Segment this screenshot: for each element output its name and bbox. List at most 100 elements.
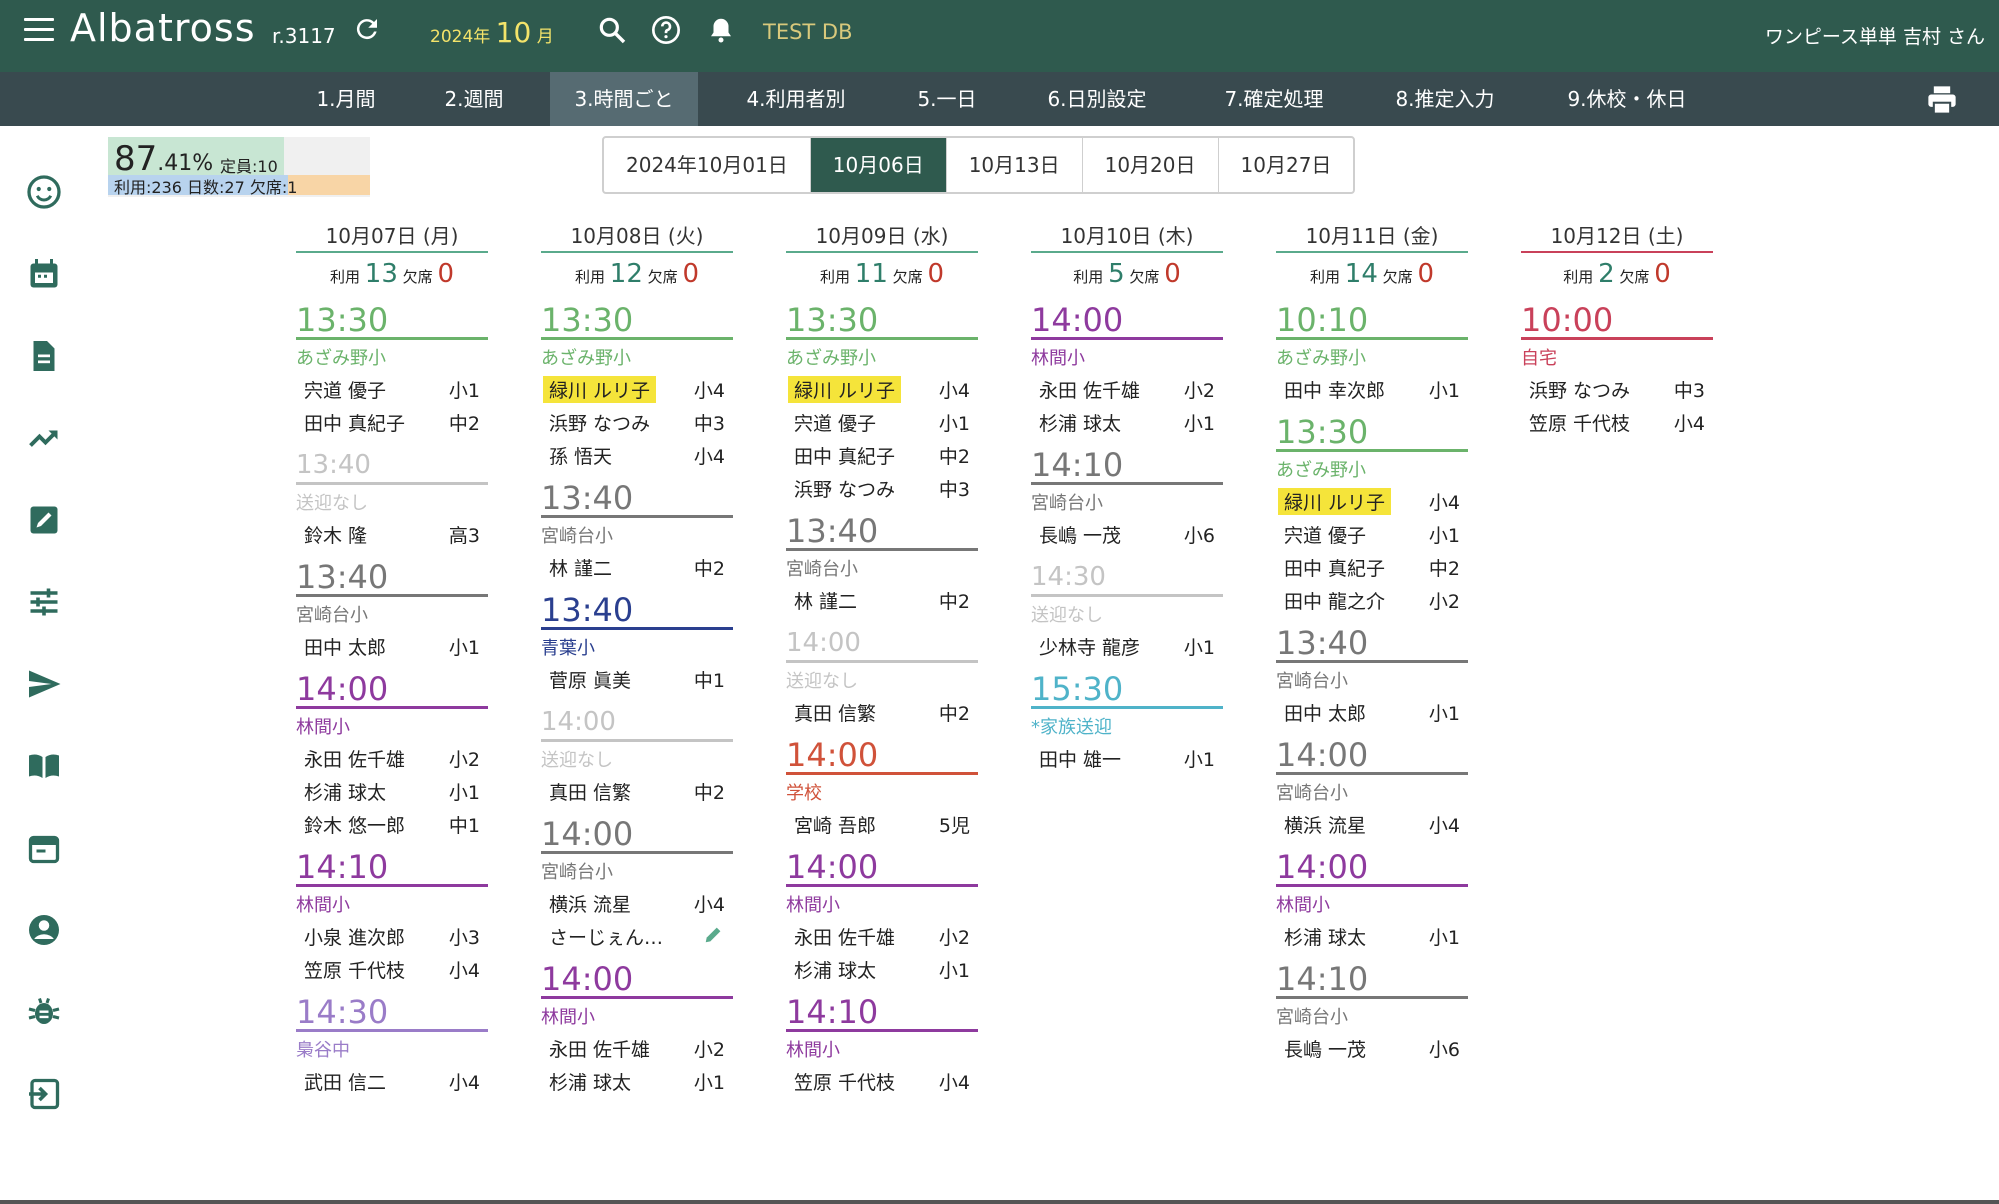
person-row[interactable]: 杉浦 球太 小1 <box>541 1068 733 1095</box>
slot-time[interactable]: 10:10 <box>1276 303 1468 340</box>
slot-time[interactable]: 13:40 <box>296 560 488 597</box>
person-name[interactable]: 小泉 進次郎 <box>304 923 405 950</box>
year-month-selector[interactable]: 2024年 10 月 <box>430 16 554 49</box>
person-row[interactable]: 田中 龍之介 小2 <box>1276 587 1468 614</box>
person-name[interactable]: 緑川 ルリ子 <box>788 376 902 403</box>
person-row[interactable]: 杉浦 球太 小1 <box>786 956 978 983</box>
person-row[interactable]: 鈴木 悠一郎 中1 <box>296 811 488 838</box>
slot-time[interactable]: 14:30 <box>296 995 488 1032</box>
person-name[interactable]: 武田 信二 <box>304 1068 386 1095</box>
bug-icon[interactable] <box>26 994 62 1030</box>
slot-time[interactable]: 13:40 <box>296 448 488 485</box>
person-name[interactable]: 横浜 流星 <box>549 890 631 917</box>
smiley-icon[interactable] <box>26 174 62 210</box>
account-icon[interactable] <box>26 912 62 948</box>
week-button[interactable]: 10月20日 <box>1083 138 1219 192</box>
tab-day-settings[interactable]: 6.日別設定 <box>1032 72 1162 126</box>
person-row[interactable]: 杉浦 球太 小1 <box>1276 923 1468 950</box>
person-name[interactable]: 菅原 眞美 <box>549 666 631 693</box>
slot-time[interactable]: 13:40 <box>1276 626 1468 663</box>
person-name[interactable]: 笠原 千代枝 <box>304 956 405 983</box>
person-name[interactable]: 少林寺 龍彦 <box>1039 633 1140 660</box>
tab-weekly[interactable]: 2.週間 <box>424 72 524 126</box>
person-row[interactable]: 横浜 流星 小4 <box>1276 811 1468 838</box>
person-name[interactable]: 浜野 なつみ <box>794 475 895 502</box>
slot-time[interactable]: 13:40 <box>541 481 733 518</box>
event-icon[interactable] <box>26 830 62 866</box>
person-row[interactable]: 笠原 千代枝 小4 <box>786 1068 978 1095</box>
day-header[interactable]: 10月09日 (水) <box>786 220 978 253</box>
slot-time[interactable]: 14:00 <box>1276 850 1468 887</box>
person-row[interactable]: 真田 信繁 中2 <box>786 699 978 726</box>
person-row[interactable]: 田中 太郎 小1 <box>296 633 488 660</box>
person-row[interactable]: 浜野 なつみ 中3 <box>786 475 978 502</box>
tab-hourly[interactable]: 3.時間ごと <box>550 72 698 126</box>
day-header[interactable]: 10月07日 (月) <box>296 220 488 253</box>
person-row[interactable]: 田中 真紀子 中2 <box>296 409 488 436</box>
person-name[interactable]: 鈴木 隆 <box>304 521 367 548</box>
person-row[interactable]: 長嶋 一茂 小6 <box>1031 521 1223 548</box>
slot-time[interactable]: 14:10 <box>786 995 978 1032</box>
person-row[interactable]: 少林寺 龍彦 小1 <box>1031 633 1223 660</box>
person-row[interactable]: 菅原 眞美 中1 <box>541 666 733 693</box>
slot-time[interactable]: 14:00 <box>541 817 733 854</box>
person-row[interactable]: 笠原 千代枝 小4 <box>296 956 488 983</box>
person-row[interactable]: 宍道 優子 小1 <box>296 376 488 403</box>
menu-icon[interactable] <box>24 18 54 44</box>
person-row[interactable]: 永田 佐千雄 小2 <box>1031 376 1223 403</box>
person-name[interactable]: 長嶋 一茂 <box>1039 521 1121 548</box>
person-row[interactable]: 林 謹二 中2 <box>541 554 733 581</box>
tab-estimate[interactable]: 8.推定入力 <box>1380 72 1510 126</box>
slot-time[interactable]: 14:00 <box>786 626 978 663</box>
person-name[interactable]: 宍道 優子 <box>794 409 876 436</box>
book-icon[interactable] <box>26 748 62 784</box>
day-header[interactable]: 10月12日 (土) <box>1521 220 1713 253</box>
document-icon[interactable] <box>26 338 62 374</box>
help-icon[interactable] <box>650 14 684 48</box>
send-icon[interactable] <box>26 666 62 702</box>
tab-confirm[interactable]: 7.確定処理 <box>1204 72 1344 126</box>
slot-time[interactable]: 14:10 <box>296 850 488 887</box>
slot-time[interactable]: 14:10 <box>1031 448 1223 485</box>
tab-holidays[interactable]: 9.休校・休日 <box>1552 72 1702 126</box>
person-name[interactable]: 永田 佐千雄 <box>549 1035 650 1062</box>
user-name[interactable]: ワンピース単単 吉村 さん <box>1765 22 1985 49</box>
pencil-icon[interactable] <box>703 923 725 945</box>
person-row[interactable]: 田中 幸次郎 小1 <box>1276 376 1468 403</box>
person-name[interactable]: 田中 太郎 <box>304 633 386 660</box>
person-row[interactable]: 横浜 流星 小4 <box>541 890 733 917</box>
person-name[interactable]: 長嶋 一茂 <box>1284 1035 1366 1062</box>
person-row[interactable]: 杉浦 球太 小1 <box>1031 409 1223 436</box>
person-row[interactable]: 田中 太郎 小1 <box>1276 699 1468 726</box>
app-logo[interactable]: Albatross <box>70 6 256 50</box>
trending-up-icon[interactable] <box>26 420 62 456</box>
person-name[interactable]: 杉浦 球太 <box>1284 923 1366 950</box>
slot-time[interactable]: 10:00 <box>1521 303 1713 340</box>
person-name[interactable]: 田中 龍之介 <box>1284 587 1385 614</box>
week-button[interactable]: 2024年10月01日 <box>604 138 811 192</box>
person-name[interactable]: 田中 真紀子 <box>304 409 405 436</box>
person-row[interactable]: 鈴木 隆 高3 <box>296 521 488 548</box>
person-row[interactable]: 宮崎 吾郎 5児 <box>786 811 978 838</box>
person-name[interactable]: 林 謹二 <box>549 554 612 581</box>
person-row[interactable]: 宍道 優子 小1 <box>786 409 978 436</box>
person-name[interactable]: 孫 悟天 <box>549 442 612 469</box>
person-name[interactable]: さーじぇん… <box>549 923 663 950</box>
print-icon[interactable] <box>1925 85 1959 115</box>
person-name[interactable]: 永田 佐千雄 <box>794 923 895 950</box>
person-name[interactable]: 杉浦 球太 <box>549 1068 631 1095</box>
person-name[interactable]: 緑川 ルリ子 <box>1278 488 1392 515</box>
person-row[interactable]: 浜野 なつみ 中3 <box>1521 376 1713 403</box>
person-name[interactable]: 宮崎 吾郎 <box>794 811 876 838</box>
person-name[interactable]: 杉浦 球太 <box>794 956 876 983</box>
week-button-active[interactable]: 10月06日 <box>810 138 947 192</box>
person-name[interactable]: 田中 太郎 <box>1284 699 1366 726</box>
slot-time[interactable]: 14:00 <box>1276 738 1468 775</box>
calendar-icon[interactable] <box>26 256 62 292</box>
person-row[interactable]: 浜野 なつみ 中3 <box>541 409 733 436</box>
person-row[interactable]: 宍道 優子 小1 <box>1276 521 1468 548</box>
person-name[interactable]: 田中 雄一 <box>1039 745 1121 772</box>
slot-time[interactable]: 14:00 <box>1031 303 1223 340</box>
person-row[interactable]: 永田 佐千雄 小2 <box>541 1035 733 1062</box>
slot-time[interactable]: 13:30 <box>541 303 733 340</box>
